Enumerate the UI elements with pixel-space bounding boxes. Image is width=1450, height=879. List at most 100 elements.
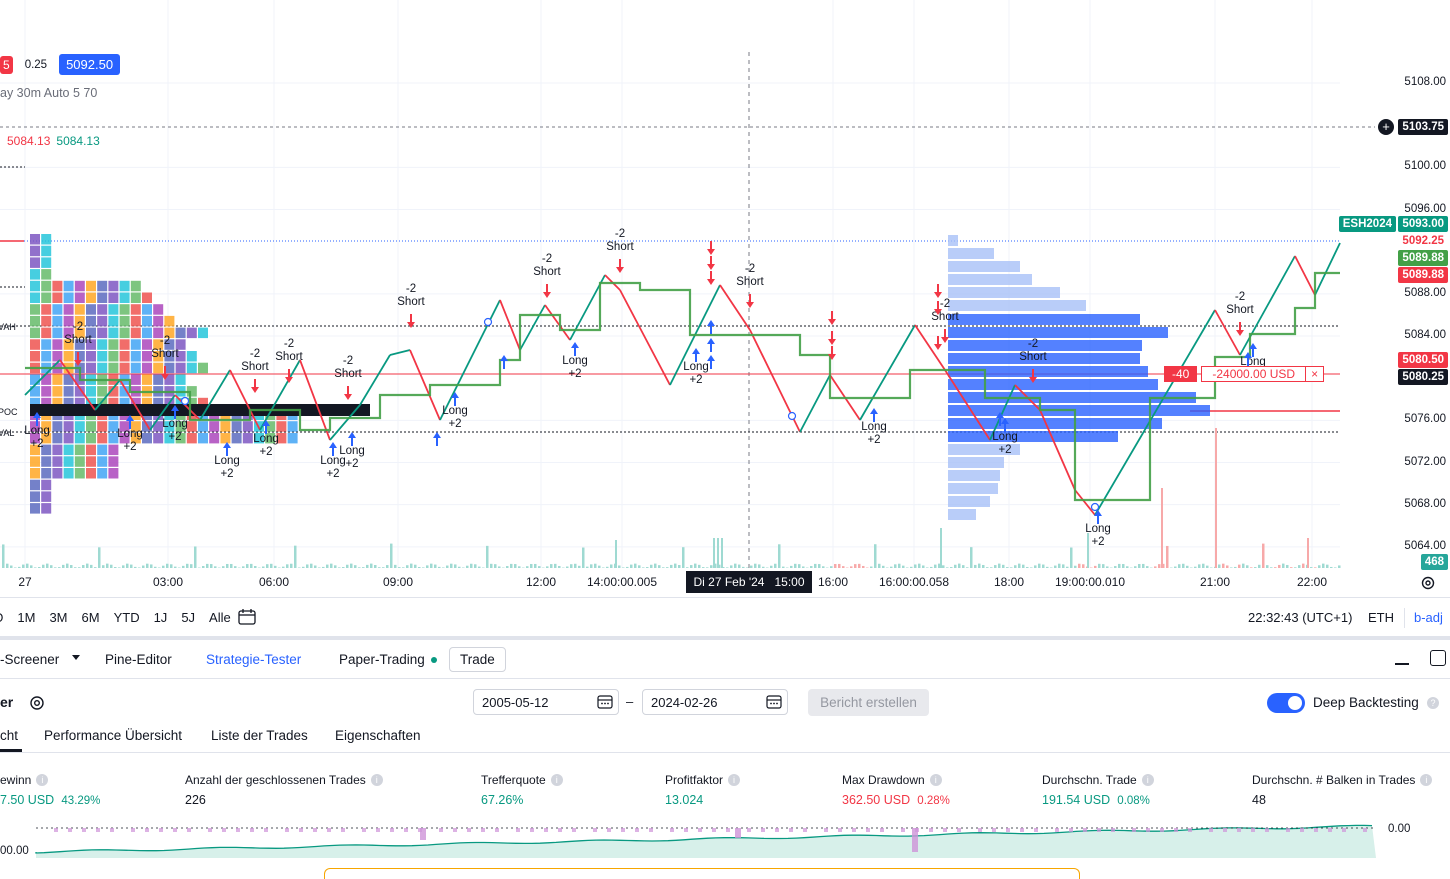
long-label: Long [992,431,1018,443]
metric-value: 191.54 USD 0.08% [1042,793,1154,807]
close-position-icon[interactable]: × [1306,366,1324,382]
volume-bar [994,565,997,568]
position-qty[interactable]: -40 [1164,366,1197,382]
info-icon[interactable]: i [551,774,563,786]
sell-badge[interactable]: 5 [0,56,13,74]
add-alert-icon[interactable]: + [1378,119,1394,135]
short-label: Short [931,311,959,323]
info-icon[interactable]: i [1420,774,1432,786]
settings-gear-icon[interactable] [1420,575,1436,591]
range-button-alle[interactable]: Alle [209,610,231,625]
info-icon[interactable]: ? [1427,697,1439,709]
long-label: Long [117,428,143,440]
short-arrow-icon [616,259,624,273]
buy-badge[interactable]: 5092.50 [59,54,120,75]
range-button-ytd[interactable]: YTD [114,610,140,625]
info-icon[interactable]: i [36,774,48,786]
short-label: Short [1226,304,1254,316]
subtab-performance[interactable]: Performance Übersicht [44,728,182,743]
chevron-down-icon[interactable] [72,655,80,660]
volume-bar [338,567,341,568]
volume-bar [910,567,913,568]
volume-bar [1330,567,1333,568]
volume-bar [798,564,801,568]
session-toggle[interactable]: ETH [1368,610,1394,625]
tpo-cell [30,456,40,467]
signal-circle-icon [182,398,189,405]
tpo-cell [198,328,208,339]
tab-strategy-tester[interactable]: Strategie-Tester [206,652,301,667]
price-tag: 5080.25 [1398,369,1448,385]
drawdown-bar [1314,828,1318,832]
crosshair-price-tag: 5103.75 [1398,119,1448,135]
volume-bar [1062,564,1065,568]
volume-bar [418,567,421,568]
tpo-cell [97,339,107,350]
equity-chart[interactable] [0,818,1450,874]
range-button-3m[interactable]: 3M [49,610,67,625]
subtab-properties[interactable]: Eigenschaften [335,728,421,743]
long-arrow-icon [692,348,700,362]
calendar-icon[interactable] [765,694,783,710]
subtab-overview[interactable]: cht [0,728,18,743]
calendar-icon[interactable] [596,694,614,710]
drawdown-bar [1020,828,1024,832]
tab-trade[interactable]: Trade [449,647,506,672]
drawdown-bar [516,828,520,832]
volume-bar [286,564,289,568]
volume-bar [1046,567,1049,568]
time-tick-label: 19:00:00.010 [1055,575,1125,589]
tpo-cell [243,433,253,444]
info-icon[interactable]: i [930,774,942,786]
info-icon[interactable]: i [728,774,740,786]
volume-bar [770,566,773,568]
range-button-6m[interactable]: 6M [82,610,100,625]
range-button-1j[interactable]: 1J [154,610,168,625]
tpo-cell [108,316,118,327]
tab-pine-editor[interactable]: Pine-Editor [105,652,172,667]
short-label: -2 [745,263,755,275]
tpo-cell [232,433,242,444]
position-line-label[interactable]: -40 -24000.00 USD × [1164,365,1324,383]
volume-bar [410,564,413,568]
range-button-d[interactable]: D [0,610,3,625]
tab-screener[interactable]: -Screener [0,652,59,667]
metric-5: Durchschn. Tradei191.54 USD 0.08% [1042,773,1154,807]
minimize-icon[interactable] [1395,663,1409,665]
tab-paper-trading[interactable]: Paper-Trading [339,652,425,667]
tpo-cell [120,363,130,374]
tpo-cell [64,433,74,444]
volume-bar [1202,564,1205,568]
renko-segment [915,325,945,370]
deep-backtesting-toggle[interactable] [1267,693,1305,713]
tpo-cell [41,491,51,502]
date-range-icon[interactable] [236,608,258,626]
settings-icon[interactable] [28,694,46,712]
price-chart[interactable]: VAHPOCVALLong+2Long+2Long+2Long+2Long+2L… [0,0,1450,600]
tpo-cell [52,433,62,444]
drawdown-bar [110,828,114,832]
range-button-5j[interactable]: 5J [181,610,195,625]
create-report-button[interactable]: Bericht erstellen [808,689,929,716]
volume-bar [1206,566,1209,568]
volume-bar [658,565,661,568]
tpo-cell [52,421,62,432]
volume-bar [38,567,41,568]
indicator-legend[interactable]: ay 30m Auto 5 70 [0,86,97,100]
volume-bar [426,565,429,568]
volume-bar [954,565,957,568]
price-tick-label: 5064.00 [1404,540,1446,552]
time-tick-label: 03:00 [153,575,183,589]
maximize-icon[interactable] [1430,650,1446,666]
volume-bar [2,544,5,568]
info-icon[interactable]: i [1142,774,1154,786]
range-button-1m[interactable]: 1M [17,610,35,625]
volume-bar [498,566,501,568]
info-icon[interactable]: i [371,774,383,786]
subtab-trades-list[interactable]: Liste der Trades [211,728,308,743]
tpo-cell [86,468,96,479]
adjustment-toggle[interactable]: b-adj [1414,610,1443,625]
volume-bar [134,567,137,568]
clock[interactable]: 22:32:43 (UTC+1) [1248,610,1352,625]
position-pnl[interactable]: -24000.00 USD [1201,366,1306,382]
